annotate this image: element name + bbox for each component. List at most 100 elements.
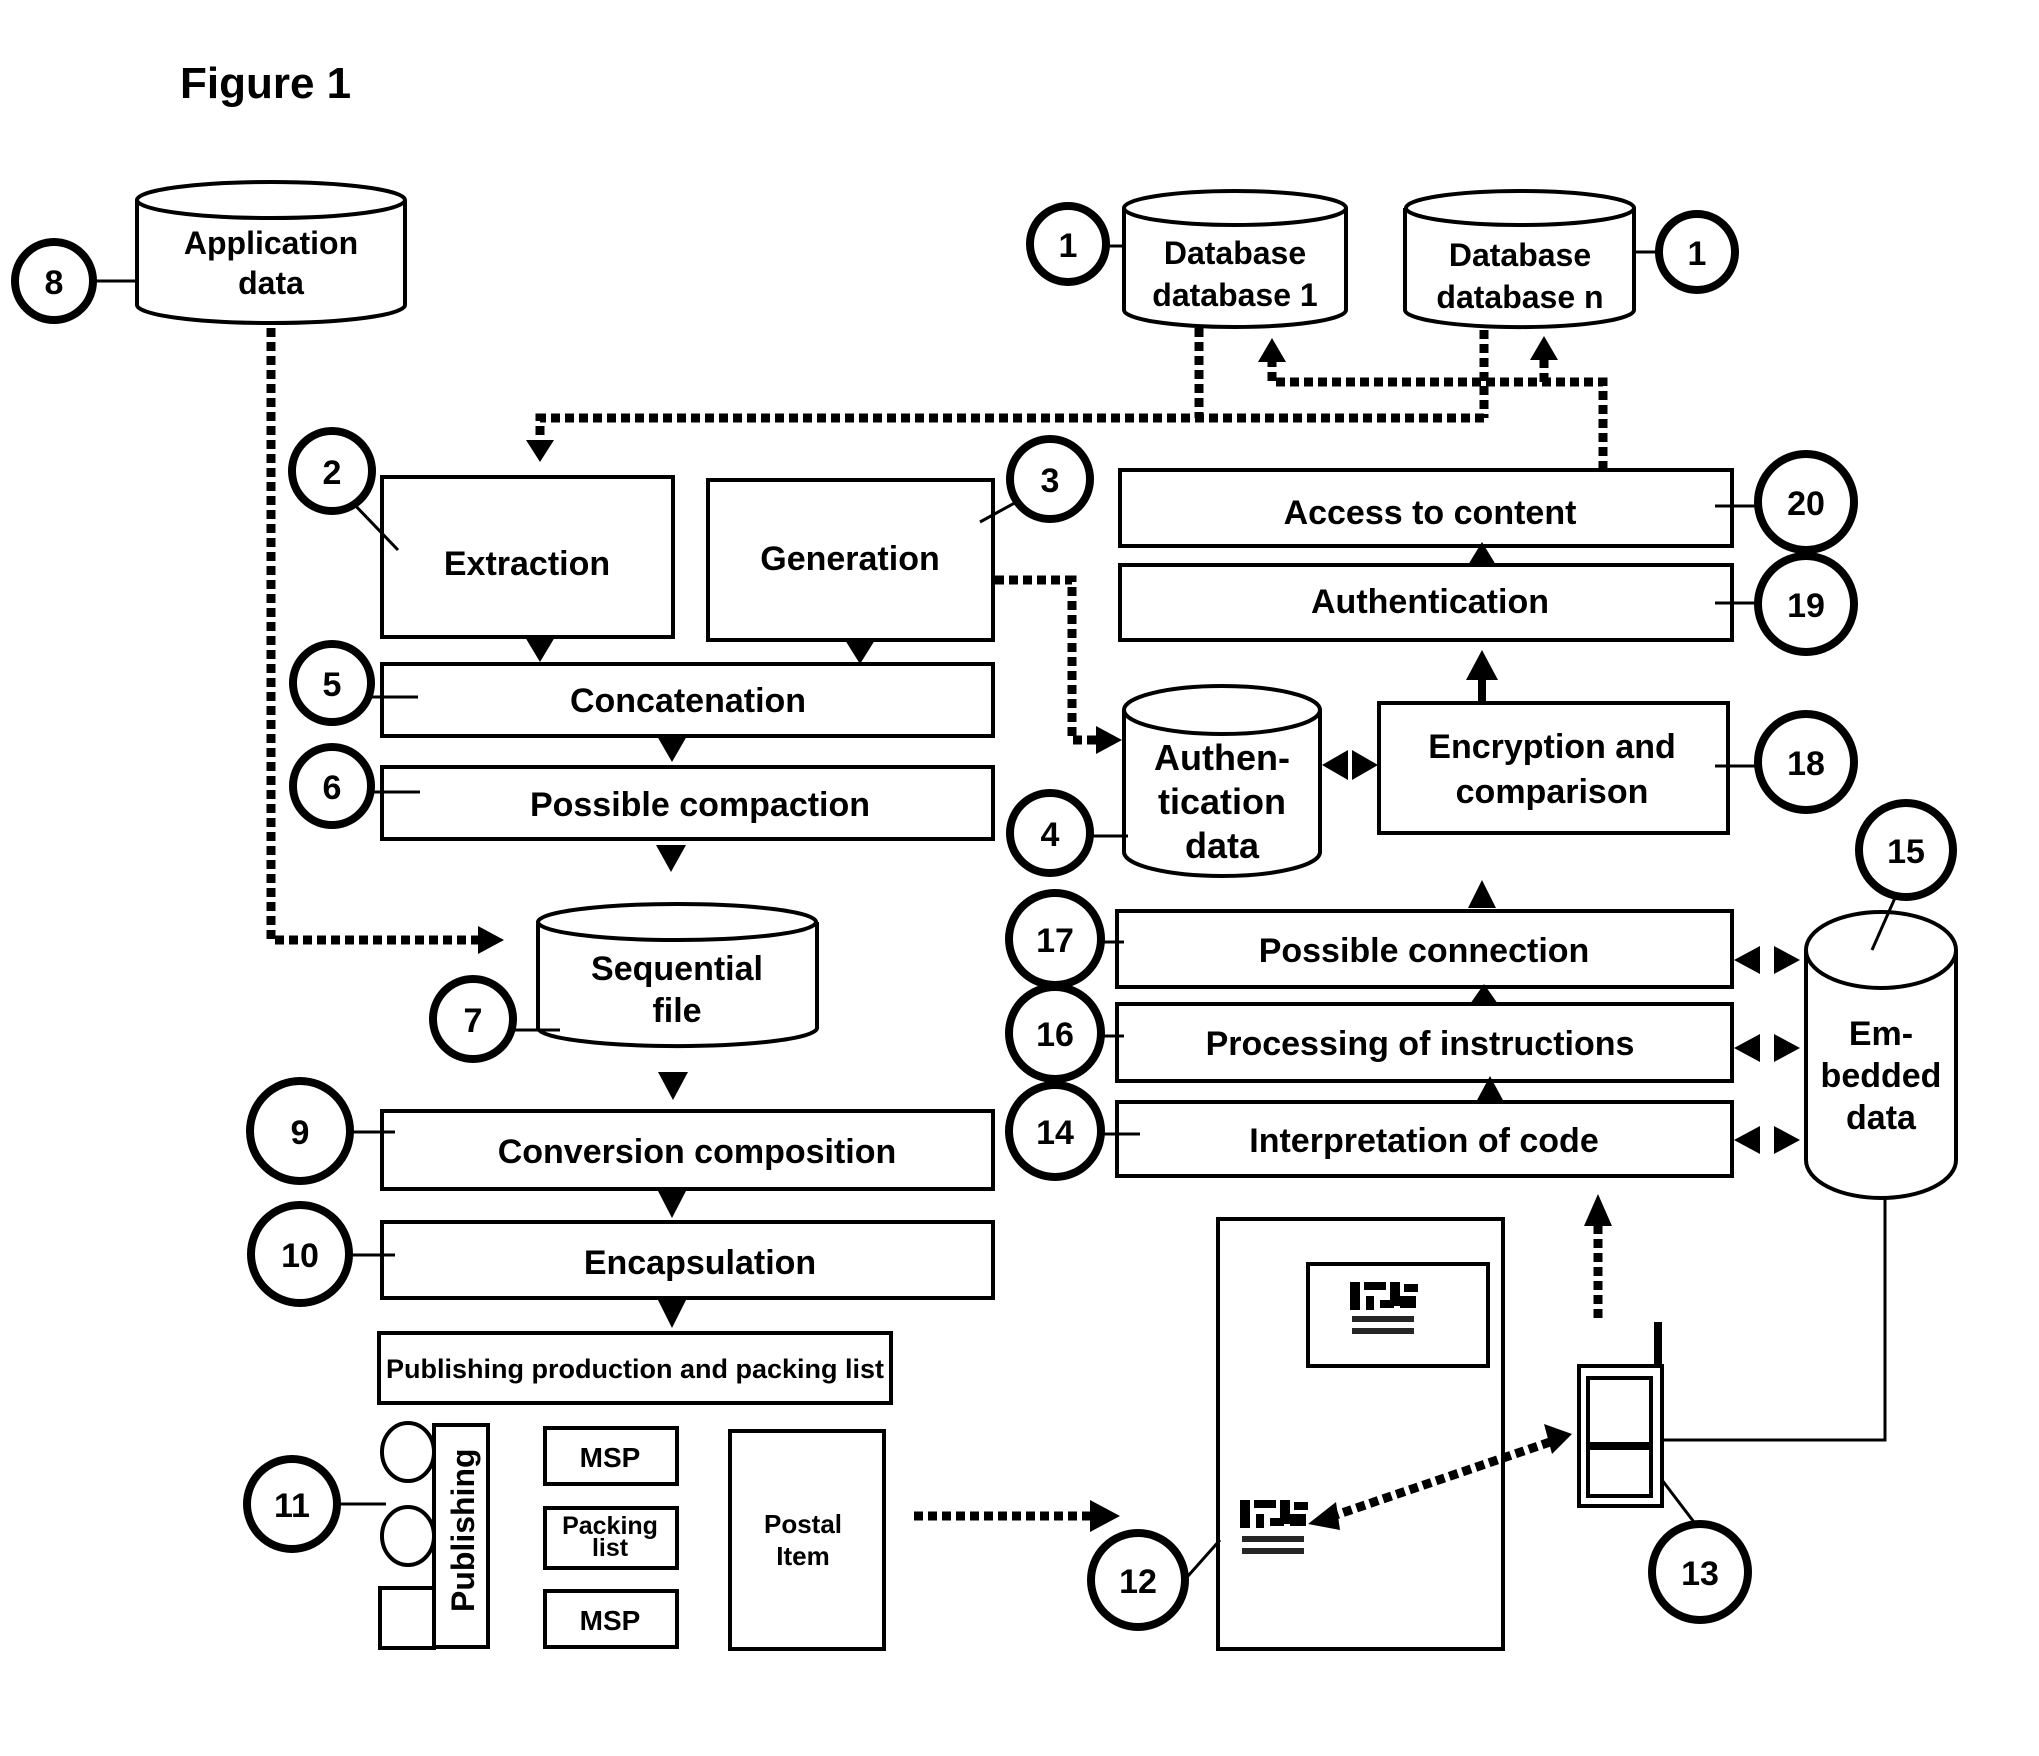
svg-text:10: 10 [281,1237,319,1275]
arrow-encryption-to-authentication [1466,650,1498,702]
ref-circle-10: 10 [247,1201,353,1307]
ref-circle-19: 19 [1754,552,1858,656]
dotted-connector-application-to-sequential [266,328,504,954]
concatenation-label: Concatenation [570,682,806,720]
ref-circle-4: 4 [1006,789,1094,877]
arrow-conversion-to-encapsulation [657,1189,687,1218]
publishing-device: Publishing [378,1421,490,1650]
ref-circle-6: 6 [289,743,375,829]
msp-box-2: MSP [543,1589,679,1649]
figure-title: Figure 1 [180,59,351,108]
database-n-cylinder: Database database n [1403,189,1636,330]
svg-text:19: 19 [1787,587,1825,625]
dotted-connector-databases-to-extraction [526,328,1489,462]
database-1-line2: database 1 [1152,277,1317,313]
publishing-production-label: Publishing production and packing list [386,1354,884,1384]
conversion-label: Conversion composition [498,1133,897,1171]
dotted-connector-phone-to-interpretation [1584,1194,1612,1318]
postal-item-box: Postal Item [728,1429,886,1651]
application-data-line2: data [238,265,304,301]
conversion-box: Conversion composition [380,1109,995,1191]
svg-text:9: 9 [291,1114,310,1152]
encryption-comparison-box: Encryption and comparison [1377,701,1730,835]
line-phone-to-embedded-data [1662,1198,1887,1442]
ref-circle-2: 2 [288,427,376,515]
publishing-label: Publishing [445,1448,481,1612]
concatenation-box: Concatenation [380,662,995,738]
arrow-compaction-to-sequential [656,845,686,872]
figure-canvas: Figure 1 Application data 8 Database dat… [11,59,1958,1651]
svg-text:2: 2 [323,454,342,492]
svg-text:12: 12 [1119,1563,1157,1601]
extraction-label: Extraction [444,545,610,583]
delivered-postal-item [1216,1217,1505,1651]
dotted-connector-generation-to-auth-data [995,575,1122,754]
svg-text:4: 4 [1041,816,1060,854]
encryption-line1: Encryption and [1428,728,1675,766]
sequential-line1: Sequential [591,950,763,988]
ref-circle-12: 12 [1087,1529,1189,1631]
svg-text:6: 6 [323,769,342,807]
ref-circle-9: 9 [246,1077,354,1185]
svg-text:8: 8 [45,264,64,302]
publishing-production-box: Publishing production and packing list [377,1331,893,1405]
interpretation-label: Interpretation of code [1249,1122,1598,1160]
authentication-label: Authentication [1311,583,1549,621]
database-1-line1: Database [1164,235,1306,271]
auth-data-line1: Authen- [1154,737,1290,778]
access-to-content-label: Access to content [1284,494,1577,532]
arrow-concatenation-to-compaction [657,736,687,762]
svg-text:3: 3 [1041,462,1060,500]
ref-circle-7: 7 [429,975,517,1063]
database-n-line2: database n [1436,279,1603,315]
ref-circle-1-left: 1 [1026,202,1110,286]
interpretation-code-box: Interpretation of code [1115,1100,1734,1178]
ref-circle-13: 13 [1648,1520,1752,1624]
bidirectional-arrow-connection-embedded [1734,946,1800,974]
auth-data-line2: tication [1158,781,1286,822]
database-n-line1: Database [1449,237,1591,273]
svg-text:20: 20 [1787,485,1825,523]
embedded-data-cylinder: Em- bedded data [1804,910,1958,1200]
svg-text:1: 1 [1059,227,1078,265]
encapsulation-box: Encapsulation [380,1220,995,1300]
embedded-line1: Em- [1849,1015,1913,1053]
embedded-line2: bedded [1821,1057,1942,1095]
ref-circle-14: 14 [1005,1081,1105,1181]
svg-text:17: 17 [1036,922,1074,960]
svg-text:1: 1 [1688,235,1707,273]
embedded-line3: data [1846,1099,1917,1137]
arrow-generation-to-concatenation [845,640,875,664]
arrow-sequential-to-conversion [658,1072,688,1100]
encapsulation-label: Encapsulation [584,1244,816,1282]
auth-data-line3: data [1185,825,1260,866]
ref-circle-18: 18 [1754,710,1858,814]
arrow-encapsulation-to-publishing [657,1298,687,1328]
ref-circle-16: 16 [1005,983,1105,1083]
svg-text:15: 15 [1887,833,1925,871]
dotted-connector-postal-to-delivered [914,1500,1120,1532]
svg-text:5: 5 [323,666,342,704]
msp-box-1: MSP [543,1426,679,1486]
svg-text:Item: Item [776,1541,829,1571]
generation-box: Generation [706,478,995,642]
generation-label: Generation [760,540,939,578]
processing-instructions-box: Processing of instructions [1115,1002,1734,1083]
bidirectional-arrow-auth-data-encryption [1322,750,1378,780]
processing-label: Processing of instructions [1206,1025,1635,1063]
svg-text:11: 11 [274,1487,310,1525]
authentication-data-cylinder: Authen- tication data [1122,684,1322,878]
arrow-connection-to-encryption [1468,880,1496,908]
possible-connection-box: Possible connection [1115,909,1734,989]
svg-text:MSP: MSP [580,1605,641,1636]
svg-text:14: 14 [1036,1114,1074,1152]
encryption-line2: comparison [1456,773,1649,811]
compaction-box: Possible compaction [380,765,995,841]
ref-circle-20: 20 [1754,450,1858,554]
svg-text:18: 18 [1787,745,1825,783]
application-data-line1: Application [184,225,358,261]
arrow-extraction-to-concatenation [525,637,555,662]
ref-circle-1-right: 1 [1655,210,1739,294]
ref-circle-15: 15 [1855,799,1957,901]
svg-text:MSP: MSP [580,1442,641,1473]
